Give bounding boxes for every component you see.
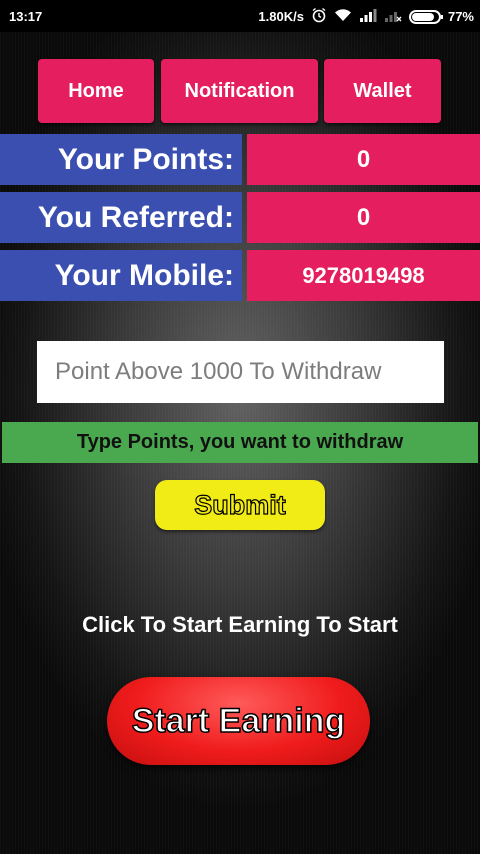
network-speed: 1.80K/s [258, 9, 304, 24]
mobile-value: 9278019498 [247, 250, 480, 301]
signal-no-sim-icon [384, 8, 402, 25]
wifi-icon [334, 8, 352, 25]
referred-label: You Referred: [0, 192, 242, 243]
battery-percent: 77% [447, 9, 474, 24]
status-bar: 13:17 1.80K/s 77% [0, 0, 480, 32]
mobile-label: Your Mobile: [0, 250, 242, 301]
points-row: Your Points: 0 [0, 134, 480, 185]
start-earning-button[interactable]: Start Earning [107, 677, 370, 765]
status-icons: 1.80K/s 77% [258, 7, 474, 26]
submit-button[interactable]: Submit [155, 480, 325, 530]
points-value: 0 [247, 134, 480, 185]
signal-icon [359, 8, 377, 25]
notification-button[interactable]: Notification [161, 59, 318, 123]
battery-icon [408, 9, 443, 24]
mobile-row: Your Mobile: 9278019498 [0, 250, 480, 301]
withdraw-hint: Type Points, you want to withdraw [2, 422, 478, 463]
main-screen: Home Notification Wallet Your Points: 0 … [0, 32, 480, 854]
alarm-icon [311, 7, 327, 26]
referred-row: You Referred: 0 [0, 192, 480, 243]
referred-value: 0 [247, 192, 480, 243]
wallet-button[interactable]: Wallet [324, 59, 441, 123]
points-label: Your Points: [0, 134, 242, 185]
earning-caption: Click To Start Earning To Start [82, 612, 398, 637]
withdraw-points-input[interactable] [37, 341, 444, 403]
home-button[interactable]: Home [38, 59, 154, 123]
status-time: 13:17 [9, 9, 43, 24]
